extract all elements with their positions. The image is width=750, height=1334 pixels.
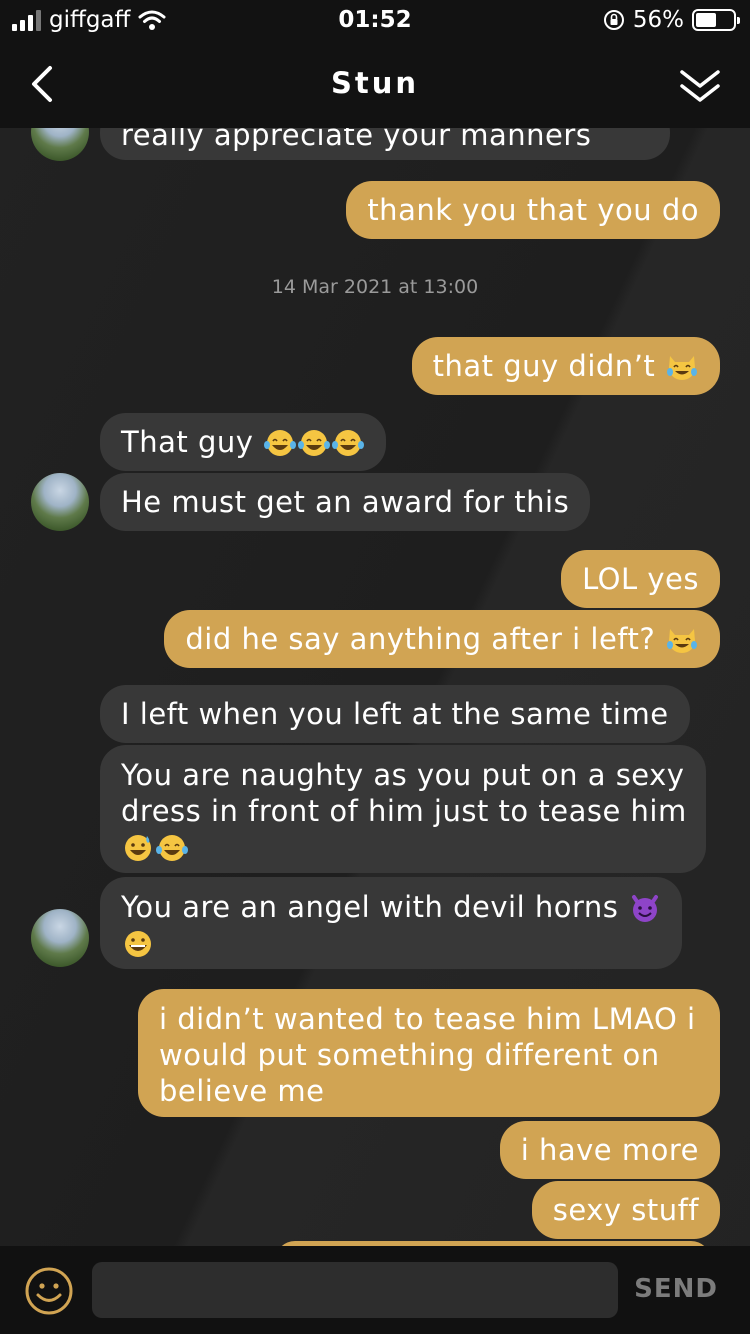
tears-of-joy-cat-icon — [667, 629, 697, 653]
send-button[interactable]: SEND — [634, 1274, 718, 1304]
tears-of-joy-icon — [332, 430, 365, 456]
smiling-devil-icon — [632, 895, 659, 922]
battery-percent: 56% — [632, 7, 684, 33]
message-incoming[interactable]: That guy — [100, 413, 387, 471]
tears-of-joy-icon — [156, 835, 188, 861]
battery-icon — [692, 9, 740, 31]
status-right: 56% — [603, 7, 740, 33]
grinning-sweat-icon — [125, 835, 151, 861]
message-composer: SEND — [0, 1246, 750, 1334]
contact-avatar[interactable] — [31, 128, 89, 161]
contact-name[interactable]: Stun — [0, 66, 750, 100]
message-outgoing[interactable]: did he say anything after i left? — [164, 610, 720, 668]
status-bar: giffgaff 01:52 56% — [0, 0, 750, 42]
message-incoming[interactable]: I left when you left at the same time — [100, 685, 690, 743]
battery-level — [696, 13, 716, 27]
message-outgoing[interactable]: that guy didn’t — [411, 337, 720, 395]
orientation-lock-icon — [603, 10, 624, 30]
double-chevron-down-icon[interactable] — [678, 64, 722, 108]
message-outgoing[interactable]: i didn’t wanted to tease him LMAO i woul… — [138, 989, 720, 1117]
chat-screen: giffgaff 01:52 56% Stun really appreciat… — [0, 0, 750, 1334]
tears-of-joy-icon — [298, 430, 331, 456]
contact-avatar[interactable] — [31, 473, 89, 531]
grinning-icon — [125, 931, 151, 957]
message-incoming[interactable]: You are an angel with devil horns — [100, 877, 682, 969]
message-input[interactable] — [92, 1262, 618, 1318]
message-outgoing[interactable]: sexy stuff — [531, 1181, 720, 1239]
message-incoming[interactable]: You are naughty as you put on a sexy dre… — [100, 745, 706, 873]
message-list[interactable]: really appreciate your manners thank you… — [0, 128, 750, 1246]
smiley-icon[interactable] — [24, 1266, 74, 1316]
message-incoming[interactable]: He must get an award for this — [100, 473, 591, 531]
message-outgoing[interactable]: i have more — [499, 1121, 720, 1179]
contact-avatar[interactable] — [31, 909, 89, 967]
tears-of-joy-icon — [264, 430, 297, 456]
message-timestamp: 14 Mar 2021 at 13:00 — [271, 276, 479, 298]
tears-of-joy-cat-icon — [667, 356, 697, 380]
chat-header: Stun — [0, 42, 750, 128]
message-outgoing[interactable]: thank you that you do — [346, 181, 720, 239]
message-incoming[interactable]: really appreciate your manners — [100, 128, 670, 160]
message-outgoing[interactable]: LOL yes — [561, 550, 720, 608]
